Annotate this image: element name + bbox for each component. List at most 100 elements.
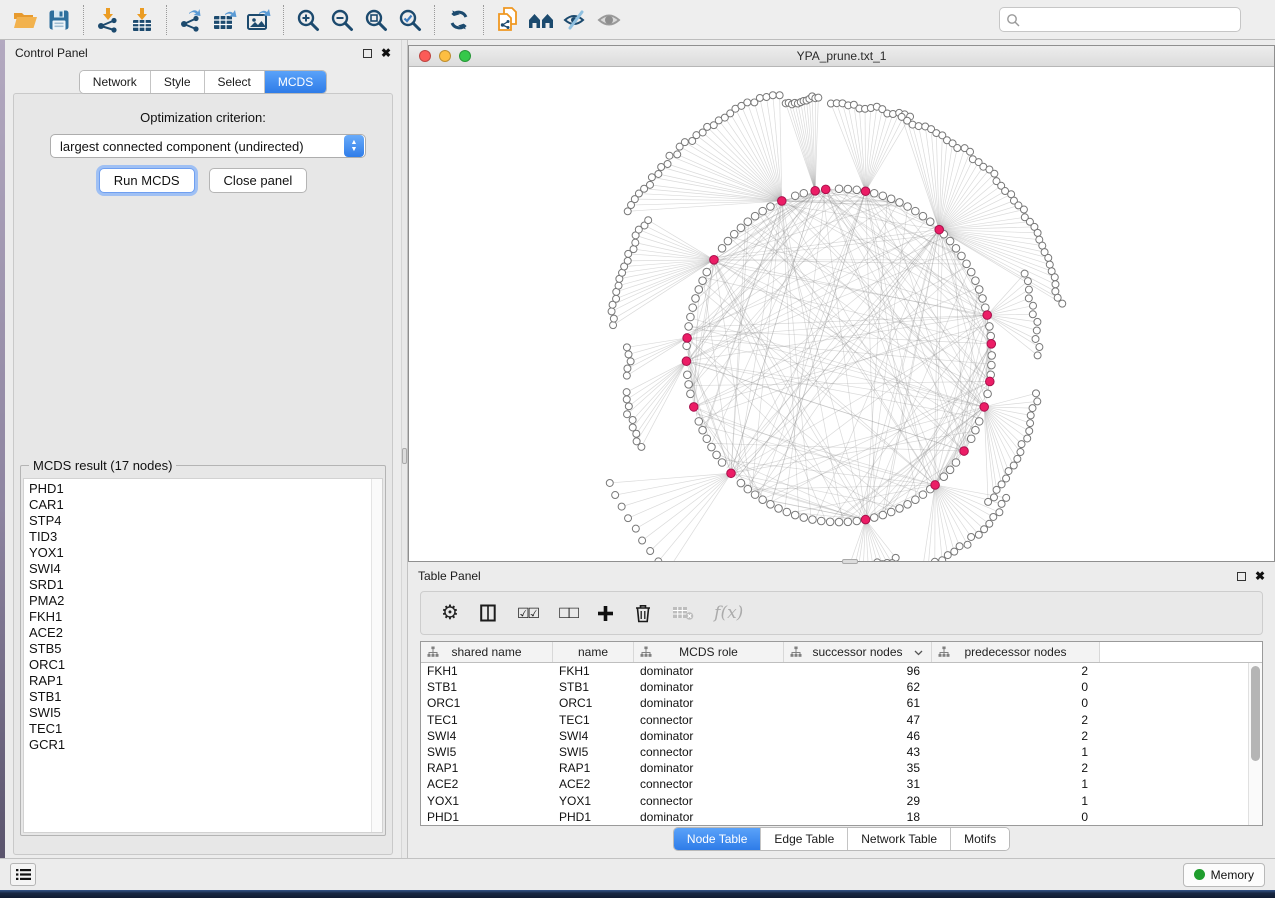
column-header-predecessor-nodes[interactable]: predecessor nodes [932,642,1100,662]
window-minimize-icon[interactable] [439,50,451,62]
network-node[interactable] [718,459,726,467]
network-leaf-node[interactable] [704,123,711,130]
network-node[interactable] [879,511,887,519]
network-node[interactable] [775,505,783,513]
network-node[interactable] [904,501,912,509]
network-leaf-node[interactable] [632,525,639,532]
network-node[interactable] [896,505,904,513]
network-node[interactable] [912,207,920,215]
network-node[interactable] [718,245,726,253]
delete-table-button[interactable] [672,605,694,621]
table-options-button[interactable]: ⚙ [441,603,459,623]
network-leaf-node[interactable] [968,533,975,540]
network-leaf-node[interactable] [606,479,613,486]
network-node[interactable] [751,491,759,499]
network-leaf-node[interactable] [776,92,783,99]
float-panel-icon[interactable] [363,49,372,58]
network-node[interactable] [744,218,752,226]
network-node[interactable] [946,466,954,474]
network-node[interactable] [687,390,695,398]
search-input[interactable] [1024,13,1234,27]
mcds-hub-node[interactable] [980,403,989,412]
tab-select[interactable]: Select [205,71,265,93]
network-node[interactable] [972,277,980,285]
network-leaf-node[interactable] [1030,302,1037,309]
network-node[interactable] [684,371,692,379]
network-node[interactable] [844,518,852,526]
network-leaf-node[interactable] [610,315,617,322]
network-leaf-node[interactable] [967,148,974,155]
table-cell[interactable]: 2 [932,664,1100,678]
show-graphics-details-button[interactable] [593,4,627,36]
show-columns-button[interactable] [479,604,497,622]
mcds-result-list[interactable]: PHD1CAR1STP4TID3YOX1SWI4SRD1PMA2FKH1ACE2… [23,478,383,833]
mcds-result-item[interactable]: PMA2 [29,593,382,609]
mcds-hub-node[interactable] [683,334,692,343]
network-leaf-node[interactable] [1034,229,1041,236]
table-cell[interactable]: 1 [932,745,1100,759]
close-panel-icon[interactable]: ✖ [381,47,391,59]
network-leaf-node[interactable] [1027,420,1034,427]
mcds-hub-node[interactable] [821,185,830,194]
network-leaf-node[interactable] [954,145,961,152]
network-node[interactable] [692,295,700,303]
network-window-titlebar[interactable]: YPA_prune.txt_1 [409,46,1274,67]
table-cell[interactable]: 2 [932,713,1100,727]
mcds-result-item[interactable]: TID3 [29,529,382,545]
zoom-fit-button[interactable] [359,4,393,36]
network-node[interactable] [952,459,960,467]
window-close-icon[interactable] [419,50,431,62]
open-folder-button[interactable] [8,4,42,36]
mcds-result-item[interactable]: GCR1 [29,737,382,753]
table-cell[interactable]: FKH1 [553,664,634,678]
network-leaf-node[interactable] [681,139,688,146]
network-leaf-node[interactable] [744,99,751,106]
table-row[interactable]: ORC1ORC1dominator610 [421,695,1248,711]
network-leaf-node[interactable] [1033,327,1040,334]
network-leaf-node[interactable] [1046,261,1053,268]
table-cell[interactable]: dominator [634,680,784,694]
network-leaf-node[interactable] [1025,286,1032,293]
network-node[interactable] [687,313,695,321]
network-leaf-node[interactable] [1054,294,1061,301]
table-cell[interactable]: RAP1 [421,761,553,775]
network-leaf-node[interactable] [623,396,630,403]
network-node[interactable] [724,237,732,245]
network-leaf-node[interactable] [1027,412,1034,419]
mcds-hub-node[interactable] [861,187,870,196]
network-node[interactable] [699,277,707,285]
deselect-all-rows-button[interactable]: ☐☐ [558,605,577,622]
network-node[interactable] [713,451,721,459]
table-scrollbar[interactable] [1248,663,1262,825]
mcds-result-item[interactable]: PHD1 [29,481,382,497]
mcds-result-item[interactable]: RAP1 [29,673,382,689]
network-leaf-node[interactable] [1045,254,1052,261]
network-leaf-node[interactable] [639,537,646,544]
table-cell[interactable]: SWI4 [421,729,553,743]
table-cell[interactable]: 61 [784,696,932,710]
memory-button[interactable]: Memory [1183,863,1265,887]
import-network-button[interactable] [91,4,125,36]
mcds-result-item[interactable]: ACE2 [29,625,382,641]
mcds-result-item[interactable]: STB5 [29,641,382,657]
network-leaf-node[interactable] [610,322,617,329]
mcds-hub-node[interactable] [861,515,870,524]
network-leaf-node[interactable] [756,94,763,101]
mcds-hub-node[interactable] [727,469,736,478]
network-node[interactable] [967,435,975,443]
network-leaf-node[interactable] [951,548,958,555]
network-node[interactable] [783,508,791,516]
table-cell[interactable]: 2 [932,761,1100,775]
network-leaf-node[interactable] [629,416,636,423]
table-cell[interactable]: 47 [784,713,932,727]
network-node[interactable] [988,361,996,369]
network-leaf-node[interactable] [1005,468,1012,475]
network-leaf-node[interactable] [964,541,971,548]
network-leaf-node[interactable] [608,308,615,315]
network-node[interactable] [791,511,799,519]
mcds-hub-node[interactable] [983,311,992,320]
table-row[interactable]: YOX1YOX1connector291 [421,793,1248,809]
network-node[interactable] [919,212,927,220]
network-leaf-node[interactable] [1018,441,1025,448]
network-leaf-node[interactable] [632,239,639,246]
